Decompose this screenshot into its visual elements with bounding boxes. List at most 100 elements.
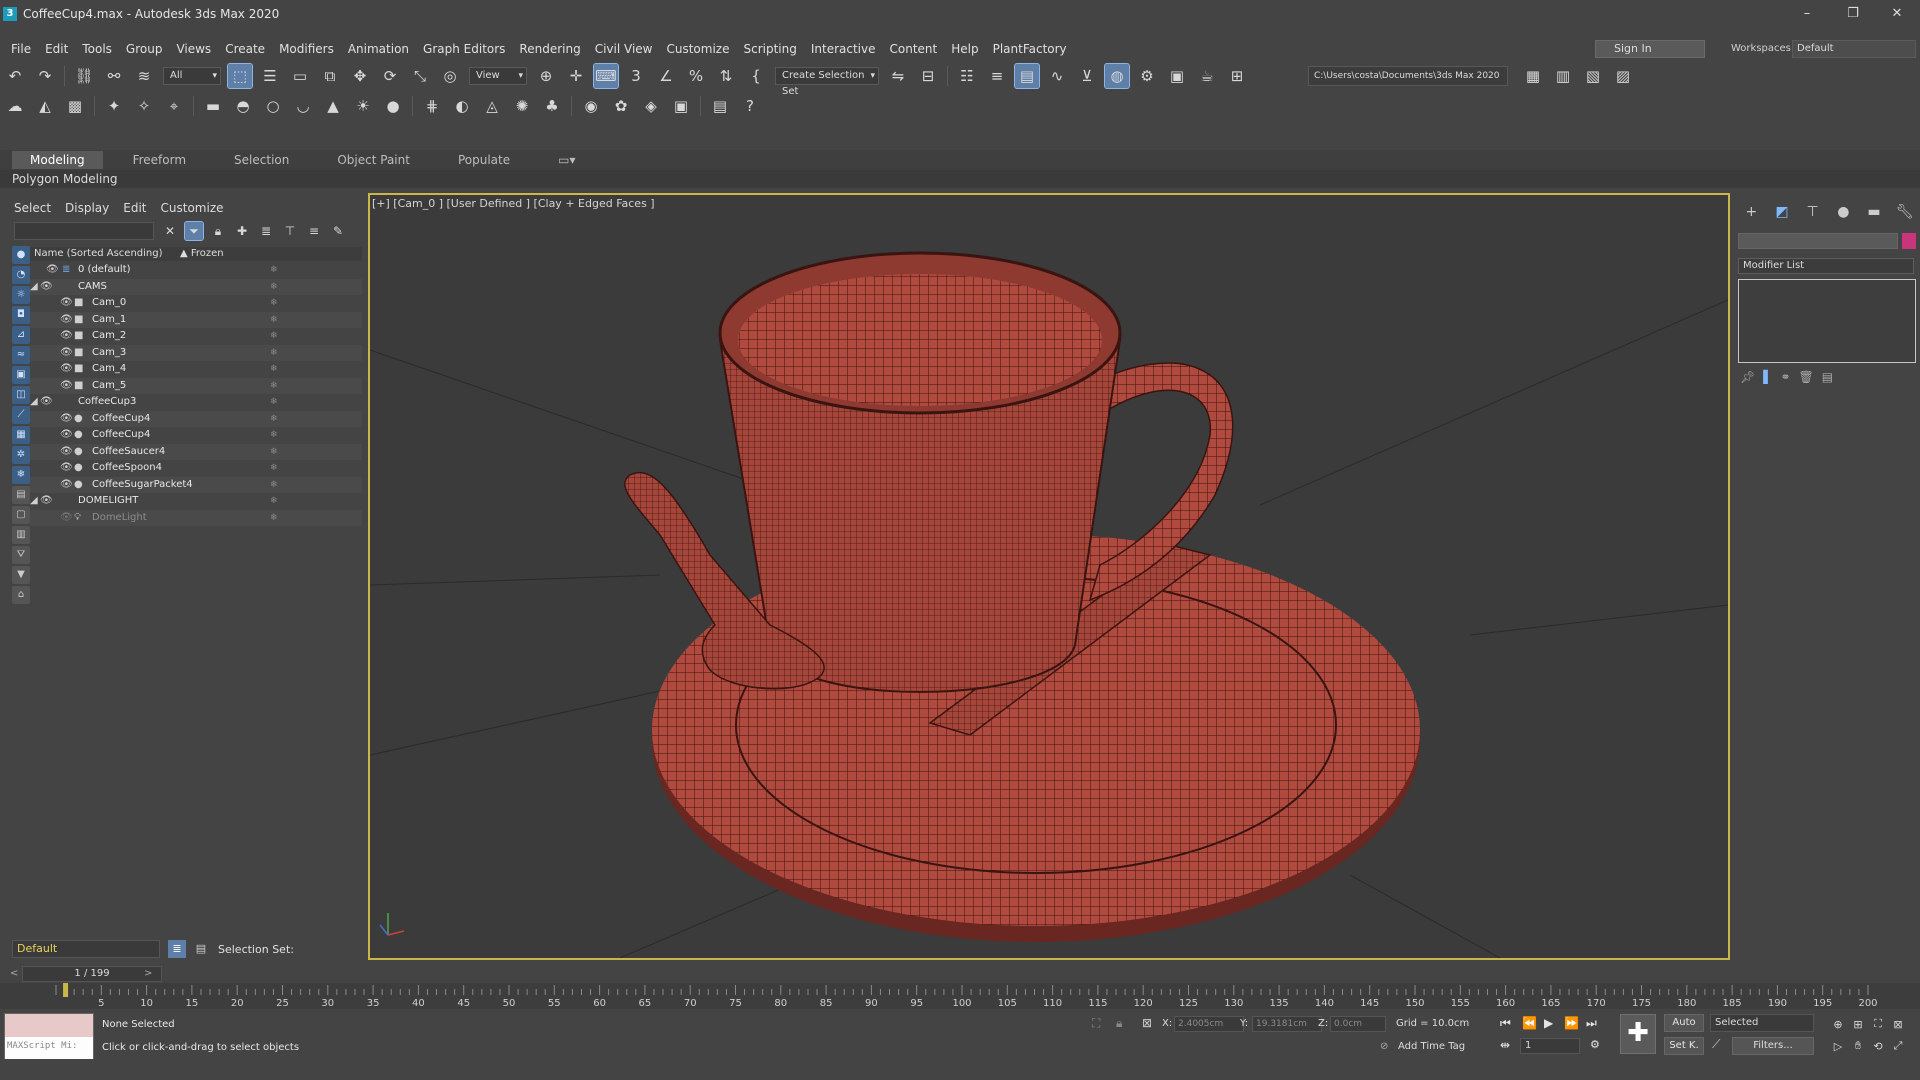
menu-modifiers[interactable]: Modifiers <box>272 42 341 56</box>
sphere-icon[interactable]: ○ <box>261 94 285 118</box>
rotate-icon[interactable]: ⟳ <box>378 64 402 88</box>
modifier-stack[interactable] <box>1738 279 1916 363</box>
menu-interactive[interactable]: Interactive <box>804 42 883 56</box>
spinner-snap-icon[interactable]: ⇅ <box>714 64 738 88</box>
column-name-header[interactable]: Name (Sorted Ascending) <box>34 248 163 259</box>
tree-row-light[interactable]: 👁︎ 💡︎ DomeLight ❄ <box>30 509 362 526</box>
redo-icon[interactable]: ↷ <box>33 64 57 88</box>
make-unique-icon[interactable]: ⚭ <box>1780 370 1790 384</box>
select-by-name-icon[interactable]: ☰ <box>258 64 282 88</box>
visibility-eye-icon[interactable]: 👁︎ <box>60 444 73 460</box>
invert-display-icon[interactable]: ▥ <box>12 526 30 544</box>
keyboard-shortcut-override-icon[interactable]: ⌨ <box>593 63 619 89</box>
project-path-dropdown[interactable]: C:\Users\costa\Documents\3ds Max 2020 <box>1308 66 1508 86</box>
tree-row-mesh[interactable]: 👁︎ ● CoffeeSugarPacket4 ❄ <box>30 476 362 493</box>
lock-icon[interactable]: 🔒︎ <box>209 222 227 240</box>
current-layer-dropdown[interactable]: Default <box>12 940 160 958</box>
ribbon-options-icon[interactable]: ▭▾ <box>540 151 593 169</box>
link-icon[interactable]: ⛓ <box>72 64 96 88</box>
menu-create[interactable]: Create <box>218 42 272 56</box>
tree-row-camera[interactable]: 👁︎ ■ Cam_2 ❄ <box>30 328 362 345</box>
tree-row-mesh[interactable]: 👁︎ ● CoffeeCup4 ❄ <box>30 427 362 444</box>
layer-explorer-icon[interactable]: ≡ <box>985 64 1009 88</box>
explorer-menu-display[interactable]: Display <box>65 201 109 215</box>
stack-icon[interactable]: ≡ <box>305 222 323 240</box>
tree-row-group-cams[interactable]: ◢ 👁︎ CAMS ❄ <box>30 278 362 295</box>
mirror-icon[interactable]: ⇋ <box>886 64 910 88</box>
pan-icon[interactable]: ✋︎ <box>1850 1038 1866 1054</box>
explorer-column-header[interactable]: Name (Sorted Ascending) ▲ Frozen <box>30 247 362 261</box>
plant-icon[interactable]: ♣ <box>540 94 564 118</box>
unlink-icon[interactable]: ⚯ <box>102 64 126 88</box>
render-in-cloud-icon[interactable]: ⊞ <box>1225 64 1249 88</box>
move-icon[interactable]: ✥ <box>348 64 372 88</box>
visibility-eye-icon[interactable]: 👁︎ <box>40 493 53 509</box>
reference-coord-dropdown[interactable]: View <box>469 67 527 85</box>
visibility-eye-icon[interactable]: 👁︎ <box>60 510 73 526</box>
select-object-icon[interactable]: ⬚ <box>227 63 253 89</box>
geometry-icon[interactable]: ◬ <box>480 94 504 118</box>
display-helpers-icon[interactable]: ⊿ <box>12 326 30 344</box>
render-production-icon[interactable]: ☕ <box>1195 64 1219 88</box>
layer-manager-icon[interactable]: ≣ <box>168 940 186 958</box>
timeline-track[interactable]: 5 10 15 20 25 30 35 40 45 50 55 60 65 70 75 80 85 90 95 100… <box>0 983 1920 1009</box>
play-icon[interactable]: ▶ <box>1544 1016 1553 1030</box>
light-lister-icon[interactable]: ✦ <box>102 94 126 118</box>
display-tab-icon[interactable]: ▬ <box>1862 202 1886 222</box>
set-key-icon[interactable]: ✚ <box>1620 1014 1656 1054</box>
rect-selection-icon[interactable]: ▭ <box>288 64 312 88</box>
tab-selection[interactable]: Selection <box>216 151 307 169</box>
pin-stack-icon[interactable]: 📌︎ <box>1740 370 1755 384</box>
render-setup-icon[interactable]: ⚙ <box>1135 64 1159 88</box>
maxscript-listener[interactable]: MAXScript Mi: <box>4 1013 94 1059</box>
go-to-start-icon[interactable]: ⏮ <box>1500 1016 1511 1031</box>
tree-row-camera[interactable]: 👁︎ ■ Cam_5 ❄ <box>30 377 362 394</box>
menu-file[interactable]: File <box>4 42 38 56</box>
show-end-result-icon[interactable]: ▌ <box>1763 370 1772 384</box>
menu-civil-view[interactable]: Civil View <box>588 42 660 56</box>
hierarchy-tab-icon[interactable]: ⊤ <box>1801 202 1825 222</box>
expand-icon[interactable]: ◢ <box>30 279 38 295</box>
menu-content[interactable]: Content <box>883 42 945 56</box>
tree-row-mesh[interactable]: 👁︎ ● CoffeeSpoon4 ❄ <box>30 460 362 477</box>
scene-explorer-icon[interactable]: ☷ <box>955 64 979 88</box>
visibility-eye-icon[interactable]: 👁︎ <box>60 477 73 493</box>
remove-modifier-icon[interactable]: 🗑︎ <box>1799 370 1814 384</box>
motion-tab-icon[interactable]: ● <box>1831 202 1855 222</box>
help-icon[interactable]: ? <box>738 94 762 118</box>
shader-icon[interactable]: ◐ <box>450 94 474 118</box>
window-crossing-icon[interactable]: ⧉ <box>318 64 342 88</box>
material-editor-icon[interactable]: ◍ <box>1104 63 1130 89</box>
tree-row-group-coffeecup3[interactable]: ◢ 👁︎ CoffeeCup3 ❄ <box>30 394 362 411</box>
freeze-icon[interactable]: ❄ <box>270 493 278 509</box>
visibility-eye-icon[interactable]: 👁︎ <box>60 378 73 394</box>
set-key-button[interactable]: Set K. <box>1664 1037 1704 1055</box>
app-icon[interactable]: 3 <box>3 7 17 21</box>
project-folder-icon[interactable]: ▦ <box>1521 64 1545 88</box>
scale-icon[interactable]: ⤡ <box>408 64 432 88</box>
go-to-end-icon[interactable]: ⏭ <box>1586 1016 1597 1031</box>
rendered-frame-window-icon[interactable]: ▣ <box>1165 64 1189 88</box>
bowl-icon[interactable]: ◡ <box>291 94 315 118</box>
close-button[interactable]: ✕ <box>1874 0 1920 28</box>
camera-icon[interactable]: ⌖ <box>162 94 186 118</box>
zoom-extents-icon[interactable]: ⛶ <box>1870 1016 1886 1032</box>
explorer-menu-customize[interactable]: Customize <box>161 201 224 215</box>
maximize-viewport-icon[interactable]: ⤢ <box>1890 1038 1906 1054</box>
key-filter-selected-dropdown[interactable]: Selected <box>1710 1014 1814 1032</box>
align-icon[interactable]: ⊟ <box>916 64 940 88</box>
image-icon[interactable]: ▩ <box>63 94 87 118</box>
pivot-center-icon[interactable]: ⊕ <box>534 64 558 88</box>
display-none-icon[interactable]: ▢ <box>12 506 30 524</box>
freeze-icon[interactable]: ❄ <box>270 279 278 295</box>
freeze-icon[interactable]: ❄ <box>270 510 278 526</box>
explorer-menu-edit[interactable]: Edit <box>123 201 146 215</box>
configure-sets-icon[interactable]: ▤ <box>1822 370 1833 384</box>
select-manipulate-icon[interactable]: ✛ <box>564 64 588 88</box>
tab-modeling[interactable]: Modeling <box>12 151 103 169</box>
time-slider-next-icon[interactable]: > <box>144 968 152 979</box>
minimize-button[interactable]: – <box>1784 0 1830 28</box>
selection-set-icon[interactable]: ▤ <box>192 940 210 958</box>
freeze-icon[interactable]: ❄ <box>270 295 278 311</box>
modifier-list-dropdown[interactable]: Modifier List <box>1738 258 1914 274</box>
